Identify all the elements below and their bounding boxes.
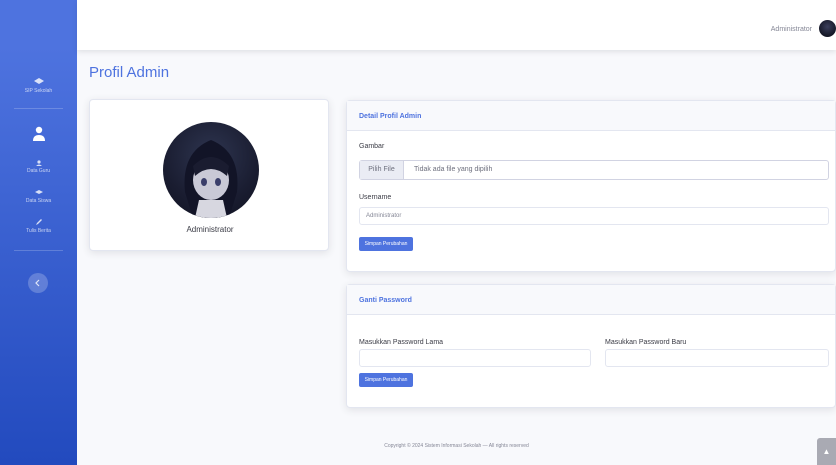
sidebar-toggle-button[interactable] (28, 273, 48, 293)
file-status-text: Tidak ada file yang dipilih (414, 166, 493, 173)
sidebar-item-label: Data Guru (26, 168, 51, 174)
username-input[interactable]: Administrator (359, 207, 829, 225)
school-icon (33, 78, 44, 84)
image-file-input[interactable]: Pilih File Tidak ada file yang dipilih (359, 160, 829, 180)
topbar-user-name[interactable]: Administrator (771, 26, 812, 33)
sidebar-item-label: Tulis Berita (26, 228, 51, 234)
sidebar-brand[interactable]: SIP Sekolah (0, 78, 77, 94)
save-password-button[interactable]: Simpan Perubahan (359, 373, 413, 387)
choose-file-button[interactable]: Pilih File (360, 161, 404, 179)
old-password-label: Masukkan Password Lama (359, 339, 444, 346)
sidebar-item-label: Data Siswa (25, 198, 52, 204)
old-password-input[interactable] (359, 349, 591, 367)
avatar-image (184, 140, 238, 218)
user-graduate-icon (34, 190, 43, 194)
topbar: Administrator (77, 0, 836, 50)
sidebar-brand-label: SIP Sekolah (24, 88, 53, 94)
detail-profile-card: Detail Profil Admin Gambar Pilih File Ti… (346, 100, 836, 272)
new-password-label: Masukkan Password Baru (605, 339, 687, 346)
new-password-input[interactable] (605, 349, 829, 367)
username-label: Username (359, 194, 392, 201)
sidebar-item-tulis-berita[interactable]: Tulis Berita (0, 218, 77, 234)
gambar-label: Gambar (359, 143, 385, 150)
change-password-card: Ganti Password Masukkan Password Lama Ma… (346, 284, 836, 408)
sidebar-item-profile[interactable] (0, 126, 77, 142)
page-title: Profil Admin (89, 64, 170, 81)
chevron-up-icon: ▲ (822, 447, 831, 456)
card-title: Detail Profil Admin (347, 101, 835, 131)
pencil-icon (35, 219, 42, 225)
user-tie-icon (32, 126, 45, 141)
sidebar-item-data-siswa[interactable]: Data Siswa (0, 190, 77, 204)
sidebar-divider (14, 108, 63, 109)
footer-copyright: Copyright © 2024 Sistem Informasi Sekola… (384, 443, 529, 449)
card-title: Ganti Password (347, 285, 835, 315)
save-profile-button[interactable]: Simpan Perubahan (359, 237, 413, 251)
profile-card: Administrator (89, 99, 329, 251)
sidebar-item-data-guru[interactable]: Data Guru (0, 160, 77, 174)
users-icon (35, 160, 42, 166)
profile-avatar (163, 122, 259, 218)
sidebar: SIP Sekolah Data Guru Data Siswa Tulis B… (0, 0, 77, 465)
sidebar-divider (14, 250, 63, 251)
topbar-avatar[interactable] (819, 20, 836, 37)
chevron-left-icon (35, 279, 40, 287)
scroll-to-top-button[interactable]: ▲ (817, 438, 836, 465)
profile-name: Administrator (186, 225, 234, 234)
